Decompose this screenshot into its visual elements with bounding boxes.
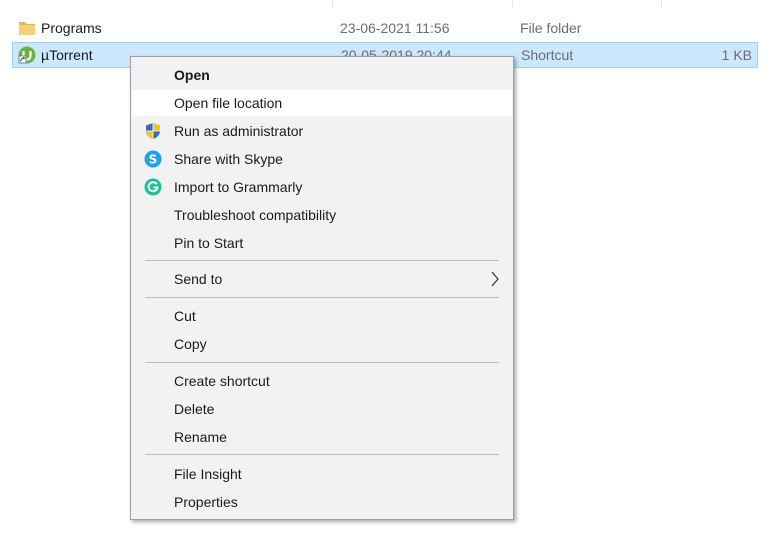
menu-separator [145, 454, 499, 455]
menu-item-label: Open [174, 67, 210, 83]
column-divider [661, 0, 662, 8]
menu-item-rename[interactable]: Rename [132, 424, 512, 450]
menu-item-label: Rename [174, 429, 227, 445]
file-modified: 23-06-2021 11:56 [340, 20, 450, 36]
menu-item-cut[interactable]: Cut [132, 303, 512, 329]
menu-item-troubleshoot-compatibility[interactable]: Troubleshoot compatibility [132, 202, 512, 228]
menu-separator [145, 362, 499, 363]
skype-icon: S [144, 150, 162, 168]
menu-item-send-to[interactable]: Send to [132, 266, 512, 292]
menu-separator [145, 297, 499, 298]
menu-item-label: Properties [174, 494, 238, 510]
menu-item-label: Troubleshoot compatibility [174, 207, 337, 223]
menu-item-copy[interactable]: Copy [132, 331, 512, 357]
menu-item-create-shortcut[interactable]: Create shortcut [132, 368, 512, 394]
menu-item-share-with-skype[interactable]: S Share with Skype [132, 146, 512, 172]
menu-item-open-file-location[interactable]: Open file location [132, 90, 512, 116]
column-divider [332, 0, 333, 8]
menu-item-label: Import to Grammarly [174, 179, 303, 195]
menu-item-label: Create shortcut [174, 373, 270, 389]
menu-item-delete[interactable]: Delete [132, 396, 512, 422]
menu-item-pin-to-start[interactable]: Pin to Start [132, 230, 512, 256]
column-divider [512, 0, 513, 8]
menu-item-label: Delete [174, 401, 215, 417]
menu-item-label: Open file location [174, 95, 283, 111]
svg-text:S: S [149, 153, 158, 167]
utorrent-icon [18, 46, 36, 64]
menu-item-run-as-administrator[interactable]: Run as administrator [132, 118, 512, 144]
grammarly-icon [144, 178, 162, 196]
chevron-right-icon [490, 271, 500, 287]
menu-item-label: Run as administrator [174, 123, 304, 139]
menu-item-open[interactable]: Open [132, 62, 512, 88]
menu-item-label: Copy [174, 336, 207, 352]
menu-item-properties[interactable]: Properties [132, 489, 512, 515]
uac-shield-icon [144, 122, 162, 140]
menu-item-label: File Insight [174, 466, 242, 482]
menu-item-label: Cut [174, 308, 196, 324]
menu-item-file-insight[interactable]: File Insight [132, 461, 512, 487]
file-type: File folder [520, 20, 582, 36]
file-name: µTorrent [41, 47, 93, 63]
file-row-programs[interactable]: Programs 23-06-2021 11:56 File folder [12, 15, 758, 41]
menu-item-import-to-grammarly[interactable]: Import to Grammarly [132, 174, 512, 200]
file-size: 1 KB [721, 47, 752, 63]
menu-item-label: Pin to Start [174, 235, 244, 251]
folder-icon [18, 19, 36, 37]
file-type: Shortcut [521, 47, 574, 63]
menu-separator [145, 260, 499, 261]
context-menu: Open Open file location Run as administr… [130, 56, 514, 520]
menu-item-label: Send to [174, 271, 223, 287]
file-name: Programs [41, 20, 102, 36]
menu-item-label: Share with Skype [174, 151, 283, 167]
